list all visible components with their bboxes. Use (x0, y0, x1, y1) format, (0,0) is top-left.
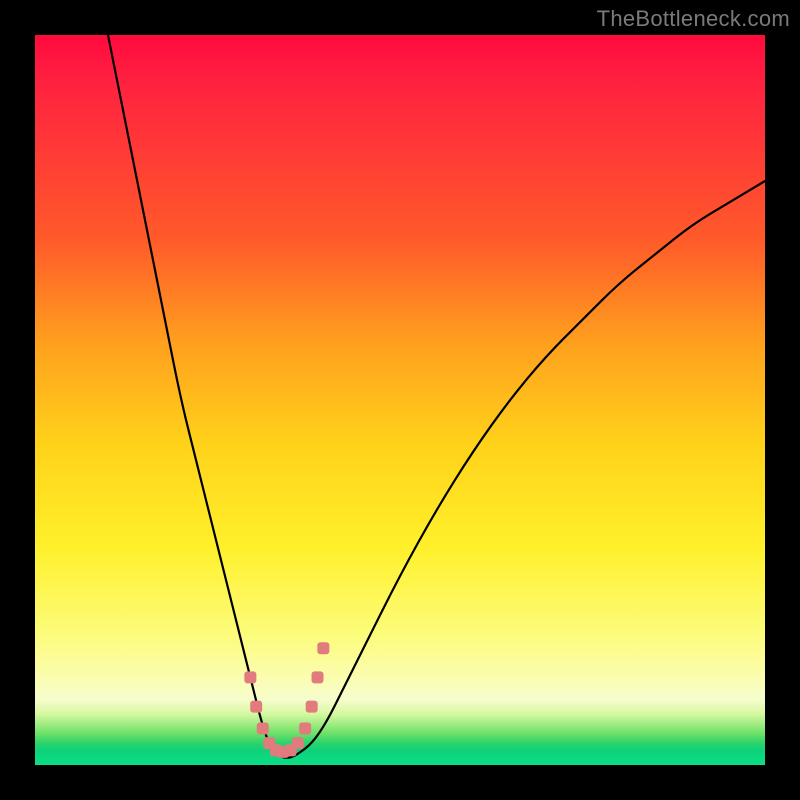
bottleneck-curve (108, 35, 765, 758)
optimal-marker-dot (250, 701, 262, 713)
optimal-marker-dot (299, 723, 311, 735)
optimal-marker-dot (306, 701, 318, 713)
chart-frame: TheBottleneck.com (0, 0, 800, 800)
optimal-marker-dot (317, 642, 329, 654)
plot-area (35, 35, 765, 765)
optimal-marker-dot (292, 737, 304, 749)
watermark-text: TheBottleneck.com (597, 6, 790, 32)
optimal-marker-dot (244, 671, 256, 683)
optimal-marker-dot (312, 671, 324, 683)
curve-layer (35, 35, 765, 765)
optimal-marker-dot (257, 723, 269, 735)
